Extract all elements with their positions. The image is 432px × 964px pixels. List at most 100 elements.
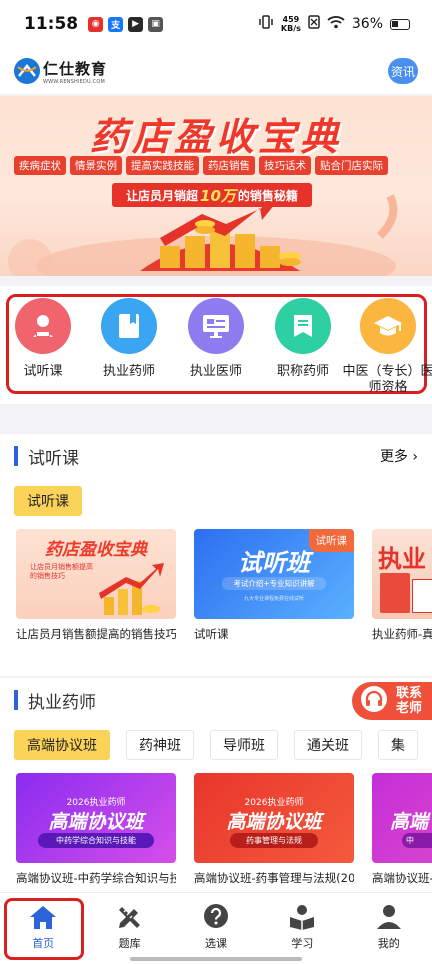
category-label: 执业医师 [189,364,242,379]
nav-label: 题库 [118,937,141,950]
company-name: 仁仕教育 [43,59,108,78]
banner-slogan-pre: 让店员月销超 [126,188,199,203]
thumb-tag: 药事管理与法规 [230,833,318,848]
banner-tag: 情景实例 [70,156,122,175]
nav-question-bank[interactable]: 题库 [86,893,172,964]
category-row: 试听课 执业药师 执业医师 职称药师 中医（专长）医师资格 [0,286,432,404]
more-link[interactable]: 更多 › [380,446,418,466]
headset-icon [360,685,388,717]
gallery-app-icon: ▣ [148,16,164,32]
category-licensed-pharmacist[interactable]: 执业药师 [88,298,170,380]
tab-pharma-god-class[interactable]: 药神班 [126,730,194,760]
vibrate-icon [258,15,274,33]
banner-tag: 疾病症状 [14,156,66,175]
status-app-icons: ◉ 支 ▶ ▣ [88,16,164,32]
bookmark-icon [275,298,331,354]
study-icon [287,903,317,931]
thumb-title: 高端 [390,811,429,833]
alipay-icon: 支 [108,16,124,32]
trial-chip-row: 试听课 [14,486,82,516]
thumb-title: 高端协议班 [48,811,144,833]
tab-mentor-class[interactable]: 导师班 [210,730,278,760]
banner-tag: 贴合门店实际 [315,156,388,175]
notification-app-1-icon: ◉ [88,16,104,32]
section-accent-bar [14,690,18,710]
trial-card-list: 药店盈收宝典 让店员月销售额提高的销售技巧 让店员月销售额提高的销售技巧 试听班… [16,529,432,642]
nav-study[interactable]: 学习 [259,893,345,964]
course-title: 让店员月销售额提高的销售技巧 [16,627,176,641]
category-licensed-physician[interactable]: 执业医师 [175,298,257,380]
battery-percent: 36% [351,16,383,32]
course-thumbnail: 高端 中 [372,773,432,863]
chevron-right-icon: › [407,449,418,465]
company-url: WWW.RENSHIEDU.COM [43,78,106,85]
thumb-subtitle: 让店员月销售额提高的销售技巧 [30,563,93,580]
nav-profile[interactable]: 我的 [346,893,432,964]
more-link-label: 更多 [379,449,408,465]
book-icon [101,298,157,354]
profile-icon [374,903,404,931]
status-right: 459 KB/s 36% [258,15,410,33]
course-title: 试听课 [194,627,229,641]
company-logo-text: 仁仕教育 WWW.RENSHIEDU.COM [43,58,107,85]
category-trial-course[interactable]: 试听课 [2,298,84,380]
tab-trial-course[interactable]: 试听课 [14,486,82,516]
thumb-subtitle-2: 九大专业课程免费在线试听 [243,596,304,602]
nav-label: 选课 [204,937,227,950]
contact-teacher-label: 联系 老师 [396,686,422,716]
course-title: 高端协议班-药事管理与法规(2026) [194,871,354,885]
nav-course-select[interactable]: 选课 [173,893,259,964]
status-bar: 11:58 ◉ 支 ▶ ▣ 459 KB/s 36% [0,0,432,48]
course-badge: 试听课 [308,529,354,552]
section-header: 试听课 更多 › [0,434,432,478]
course-card[interactable]: 2026执业药师 高端协议班 药事管理与法规 高端协议班-药事管理与法规(202… [194,773,354,886]
course-card[interactable]: 执业 执业药师-真题 [372,529,432,642]
banner-slogan: 让店员月销超 10万 的销售秘籍 [112,183,312,207]
gesture-bar[interactable] [130,957,302,961]
course-card[interactable]: 高端 中 高端协议班-中药学专业知识 [372,773,432,886]
nav-label: 我的 [377,937,400,950]
app-screen: 11:58 ◉ 支 ▶ ▣ 459 KB/s 36% 仁仕教育 WWW.RENS… [0,0,432,964]
trial-course-section: 试听课 更多 › 试听课 药店盈收宝典 让店员月销售额提高的销售技巧 让店员月销… [0,434,432,676]
news-button[interactable]: 资讯 [388,58,418,84]
category-label: 中医（专长）医师资格 [342,364,432,395]
thumb-title: 执业 [378,545,426,573]
contact-teacher-button[interactable]: 联系 老师 [352,682,432,720]
book-cover-graphic [412,579,432,613]
banner-title: 药店盈收宝典 [89,115,342,159]
category-title-pharmacist[interactable]: 职称药师 [262,298,344,380]
course-title: 高端协议班-中药学专业知识 [372,871,432,885]
tab-pass-class[interactable]: 通关班 [294,730,362,760]
pharmacist-section: 执业药师 联系 老师 高端协议班 药神班 导师班 通关班 集 2026执业药师 … [0,678,432,892]
thumb-tag: 中药学综合知识与技能 [38,833,154,848]
banner-slogan-post: 的销售秘籍 [237,188,298,203]
monitor-icon [188,298,244,354]
tab-premium-agreement-class[interactable]: 高端协议班 [14,730,110,760]
thumb-title: 药店盈收宝典 [45,540,147,560]
network-speed-value: 459 [282,15,300,24]
question-icon [201,903,231,931]
promo-banner[interactable]: 药店盈收宝典 疾病症状 情景实例 提高实践技能 药店销售 技巧话术 贴合门店实际… [0,96,432,276]
course-card[interactable]: 试听班 考试介绍+专业知识讲解 九大专业课程免费在线试听 试听课 试听课 [194,529,354,642]
category-label: 执业药师 [102,364,155,379]
pharmacist-card-list: 2026执业药师 高端协议班 中药学综合知识与技能 高端协议班-中药学综合知识与… [16,773,432,886]
network-speed-unit: KB/s [280,24,301,33]
battery-icon [390,18,410,30]
banner-tag: 药店销售 [203,156,255,175]
network-speed: 459 KB/s [281,15,301,33]
tab-more-class[interactable]: 集 [378,730,418,760]
category-label: 职称药师 [276,364,329,379]
course-card[interactable]: 2026执业药师 高端协议班 中药学综合知识与技能 高端协议班-中药学综合知识与… [16,773,176,886]
category-tcm-physician[interactable]: 中医（专长）医师资格 [342,298,432,396]
pencil-ruler-icon [115,903,145,931]
course-card[interactable]: 药店盈收宝典 让店员月销售额提高的销售技巧 让店员月销售额提高的销售技巧 [16,529,176,642]
nav-label: 学习 [291,937,314,950]
book-cover-graphic [380,573,410,613]
app-header: 仁仕教育 WWW.RENSHIEDU.COM 资讯 [0,48,432,94]
section-title: 试听课 [28,448,79,469]
banner-tag: 提高实践技能 [126,156,199,175]
category-label: 试听课 [23,364,63,379]
section-title: 执业药师 [28,692,96,713]
contact-line-1: 联系 [396,686,423,701]
graduation-cap-icon [360,298,416,354]
